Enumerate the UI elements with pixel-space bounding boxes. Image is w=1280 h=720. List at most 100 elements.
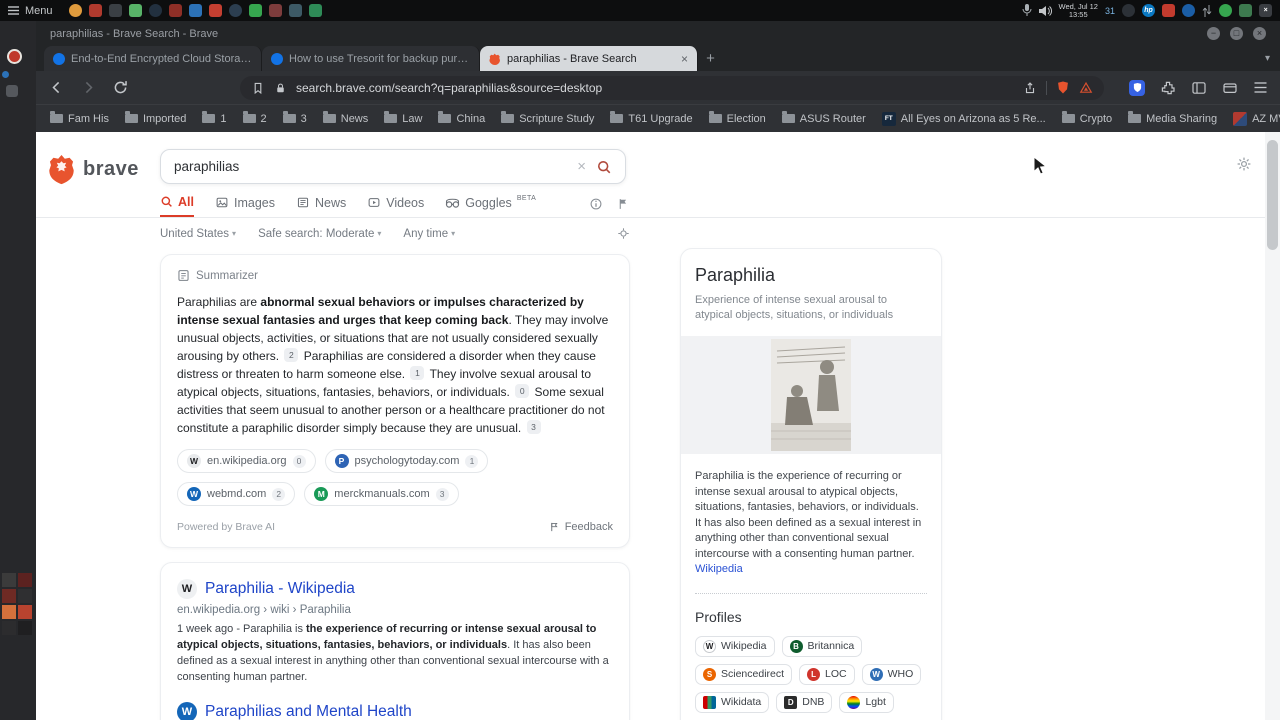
search-query-text[interactable]: paraphilias	[174, 159, 567, 174]
taskbar-app-icon[interactable]	[108, 4, 122, 17]
address-bar[interactable]: search.brave.com/search?q=paraphilias&so…	[240, 75, 1104, 100]
bookmark-item-ft[interactable]: FT All Eyes on Arizona as 5 Re...	[881, 111, 1046, 126]
bookmark-folder[interactable]: Election	[708, 111, 766, 125]
bookmark-folder[interactable]: T61 Upgrade	[610, 111, 693, 125]
tray-close-icon[interactable]: ×	[1259, 4, 1272, 17]
tray-network-arrows-icon[interactable]	[1202, 4, 1212, 17]
puzzle-extensions-icon[interactable]	[1160, 80, 1176, 96]
info-icon[interactable]	[589, 197, 603, 211]
taskbar-menu-button[interactable]: Menu	[8, 5, 53, 17]
taskbar-app-icon[interactable]	[228, 4, 242, 17]
safesearch-filter[interactable]: Safe search: Moderate ▾	[258, 228, 381, 240]
tray-mail-icon[interactable]	[1239, 4, 1252, 17]
desktop-shield-icon[interactable]	[7, 49, 22, 64]
result-title-link[interactable]: Paraphilias and Mental Health	[205, 703, 412, 720]
citation-badge[interactable]: 2	[284, 348, 299, 362]
source-pill-webmd[interactable]: Wwebmd.com 2	[177, 482, 296, 506]
minimize-button[interactable]: −	[1207, 27, 1220, 40]
tab-tresorit-backup[interactable]: How to use Tresorit for backup purposes?…	[262, 46, 480, 71]
tray-bluetooth-icon[interactable]	[1182, 4, 1195, 17]
nav-tab-goggles[interactable]: Goggles BETA	[445, 190, 536, 217]
bookmark-folder[interactable]: Fam His	[50, 111, 109, 125]
close-button[interactable]: ×	[1253, 27, 1266, 40]
taskbar-app-icon[interactable]	[128, 4, 142, 17]
feedback-button[interactable]: Feedback	[549, 521, 613, 533]
palette-swatch[interactable]	[2, 589, 16, 603]
location-icon[interactable]	[617, 227, 630, 240]
profile-pill-who[interactable]: W WHO	[861, 663, 922, 685]
tray-hp-icon[interactable]: hp	[1142, 4, 1155, 17]
maximize-button[interactable]: □	[1230, 27, 1243, 40]
citation-badge[interactable]: 1	[410, 366, 425, 380]
brave-shields-icon[interactable]	[1056, 80, 1070, 95]
settings-gear-icon[interactable]	[1236, 156, 1252, 172]
profile-pill-wikidata[interactable]: Wikidata	[695, 691, 770, 713]
bookmark-folder[interactable]: 3	[282, 111, 307, 125]
password-manager-extension-icon[interactable]	[1129, 79, 1145, 96]
infobox-image[interactable]	[771, 339, 851, 451]
tray-status-icon[interactable]	[1219, 4, 1232, 17]
taskbar-app-icon[interactable]	[188, 4, 202, 17]
search-input[interactable]: paraphilias ×	[160, 149, 626, 184]
nav-tab-videos[interactable]: Videos	[367, 190, 424, 217]
taskbar-app-icon[interactable]	[208, 4, 222, 17]
tab-close-icon[interactable]: ×	[681, 53, 688, 65]
nav-tab-all[interactable]: All	[160, 190, 194, 217]
bookmark-folder[interactable]: Law	[384, 111, 422, 125]
profile-pill-wikipedia[interactable]: W Wikipedia	[695, 635, 775, 657]
bookmark-folder[interactable]: Scripture Study	[501, 111, 594, 125]
brave-search-logo[interactable]: brave	[48, 154, 139, 185]
url-text[interactable]: search.brave.com/search?q=paraphilias&so…	[296, 81, 1014, 95]
tab-brave-search[interactable]: paraphilias - Brave Search ×	[480, 46, 698, 71]
taskbar-app-icon[interactable]	[288, 4, 302, 17]
reload-button[interactable]	[112, 79, 129, 96]
browser-menu-icon[interactable]	[1253, 81, 1268, 94]
back-button[interactable]	[48, 79, 65, 96]
clear-search-icon[interactable]: ×	[577, 158, 586, 175]
taskbar-app-icon[interactable]	[68, 4, 82, 17]
profile-pill-dnb[interactable]: D DNB	[776, 691, 833, 713]
profile-pill-britannica[interactable]: B Britannica	[781, 635, 863, 657]
scrollbar-thumb[interactable]	[1267, 140, 1278, 250]
palette-swatch[interactable]	[18, 573, 32, 587]
nav-tab-news[interactable]: News	[296, 190, 346, 217]
brave-rewards-icon[interactable]	[1079, 81, 1093, 95]
lock-icon[interactable]	[274, 81, 287, 95]
time-filter[interactable]: Any time ▾	[403, 228, 455, 240]
bookmark-folder[interactable]: 1	[202, 111, 227, 125]
forward-button[interactable]	[80, 79, 97, 96]
region-filter[interactable]: United States ▾	[160, 228, 236, 240]
tab-tresorit-storage[interactable]: End-to-End Encrypted Cloud Storage for B…	[44, 46, 262, 71]
result-title-link[interactable]: Paraphilia - Wikipedia	[205, 580, 355, 598]
sidebar-toggle-icon[interactable]	[1191, 80, 1207, 96]
profile-pill-loc[interactable]: L LOC	[799, 663, 855, 685]
speaker-icon[interactable]	[1038, 5, 1052, 17]
wikipedia-link[interactable]: Wikipedia	[695, 563, 743, 575]
bookmark-item-azmvd[interactable]: AZ MVD Now	[1233, 111, 1280, 126]
flag-icon[interactable]	[617, 197, 630, 211]
profile-pill-lgbt[interactable]: Lgbt	[839, 691, 894, 713]
bookmark-folder[interactable]: China	[438, 111, 485, 125]
nav-tab-images[interactable]: Images	[215, 190, 275, 217]
source-pill-psychologytoday[interactable]: Ppsychologytoday.com 1	[324, 449, 489, 473]
profile-pill-sciencedirect[interactable]: S Sciencedirect	[695, 663, 793, 685]
tray-steam-icon[interactable]	[1122, 4, 1135, 17]
taskbar-clock[interactable]: Wed, Jul 12 13:55	[1059, 2, 1098, 19]
bookmark-folder[interactable]: News	[322, 111, 368, 125]
share-icon[interactable]	[1023, 81, 1037, 95]
palette-swatch[interactable]	[18, 589, 32, 603]
palette-swatch[interactable]	[2, 605, 16, 619]
taskbar-app-icon[interactable]	[268, 4, 282, 17]
taskbar-app-icon[interactable]	[168, 4, 182, 17]
tray-app-icon[interactable]	[1162, 4, 1175, 17]
palette-swatch[interactable]	[2, 621, 16, 635]
bookmark-folder[interactable]: 2	[242, 111, 267, 125]
wallet-icon[interactable]	[1222, 80, 1238, 96]
window-titlebar[interactable]: paraphilias - Brave Search - Brave − □ ×	[36, 21, 1280, 46]
bookmark-icon[interactable]	[251, 81, 265, 95]
source-pill-wikipedia[interactable]: Wen.wikipedia.org 0	[177, 449, 316, 473]
taskbar-app-icon[interactable]	[248, 4, 262, 17]
citation-badge[interactable]: 0	[515, 384, 530, 398]
tab-list-chevron-icon[interactable]: ▾	[1265, 53, 1270, 64]
microphone-icon[interactable]	[1022, 4, 1032, 17]
